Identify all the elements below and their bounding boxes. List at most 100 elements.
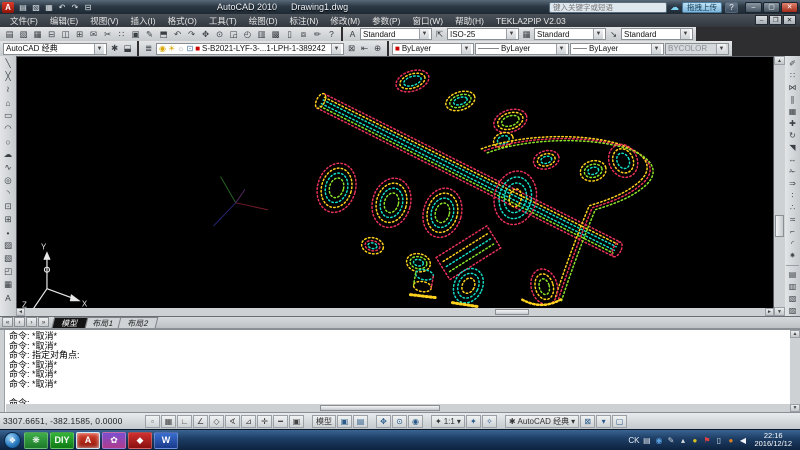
polyline-icon[interactable]: ≀ <box>2 83 15 96</box>
autoscale-icon[interactable]: ✧ <box>482 415 497 428</box>
paste-icon[interactable]: ▣ <box>129 28 142 40</box>
construction-line-icon[interactable]: ╳ <box>2 70 15 83</box>
new-file-icon[interactable]: ▤ <box>17 2 29 13</box>
move-icon[interactable]: ✚ <box>786 118 799 130</box>
arc-icon[interactable]: ◠ <box>2 122 15 135</box>
quick-view-layouts-icon[interactable]: ▣ <box>337 415 352 428</box>
chevron-down-icon[interactable]: ▼ <box>419 29 429 39</box>
table-icon[interactable]: ▦ <box>2 278 15 291</box>
app-icon-diy[interactable]: DIY <box>50 432 74 449</box>
linetype-dropdown[interactable]: ——— ByLayer▼ <box>475 43 569 55</box>
workspace-settings-icon[interactable]: ✱ <box>108 43 121 55</box>
annotation-scale-button[interactable]: ✦ 1:1 ▾ <box>431 415 465 428</box>
tab-first-icon[interactable]: « <box>2 317 13 327</box>
revision-cloud-icon[interactable]: ☁ <box>2 148 15 161</box>
chevron-down-icon[interactable]: ▼ <box>556 44 566 54</box>
redo-icon[interactable]: ↷ <box>69 2 81 13</box>
mtext-icon[interactable]: A <box>2 291 15 304</box>
chevron-down-icon[interactable]: ▼ <box>94 44 104 54</box>
antivirus-icon[interactable]: ● <box>690 436 699 445</box>
copy-icon[interactable]: ∷ <box>786 70 799 82</box>
gradient-icon[interactable]: ▧ <box>2 252 15 265</box>
chevron-down-icon[interactable]: ▼ <box>506 29 516 39</box>
app-icon-autocad[interactable]: A <box>76 432 100 449</box>
help-icon[interactable]: ? <box>325 28 338 40</box>
chevron-down-icon[interactable]: ▼ <box>331 44 341 54</box>
ellipse-icon[interactable]: ◎ <box>2 174 15 187</box>
menu-file[interactable]: 文件(F) <box>4 14 44 27</box>
pan-icon[interactable]: ✥ <box>376 415 391 428</box>
scroll-left-icon[interactable]: ◄ <box>16 308 25 316</box>
update-icon[interactable]: ● <box>726 436 735 445</box>
menu-tekla2pip[interactable]: TEKLA2PIP V2.03 <box>490 14 572 27</box>
undo-icon[interactable]: ↶ <box>56 2 68 13</box>
menu-dimension[interactable]: 标注(N) <box>284 14 325 27</box>
rectangle-icon[interactable]: ▭ <box>2 109 15 122</box>
match-properties-icon[interactable]: ✎ <box>143 28 156 40</box>
lineweight-dropdown[interactable]: —— ByLayer▼ <box>570 43 664 55</box>
annotation-visibility-icon[interactable]: ✦ <box>466 415 481 428</box>
security-flag-icon[interactable]: ⚑ <box>702 436 711 445</box>
tab-layout2[interactable]: 布局2 <box>118 317 159 328</box>
hatch-icon[interactable]: ▨ <box>2 239 15 252</box>
layer-states-icon[interactable]: ⊕ <box>371 43 384 55</box>
explode-icon[interactable]: ✷ <box>786 249 799 261</box>
scroll-down-icon[interactable]: ▼ <box>790 404 800 412</box>
erase-icon[interactable]: ✐ <box>786 58 799 70</box>
tab-prev-icon[interactable]: ‹ <box>14 317 25 327</box>
command-history[interactable]: 命令: *取消*命令: *取消*命令: 指定对角点:命令: *取消*命令: *取… <box>5 330 790 412</box>
close-button[interactable]: ✕ <box>781 2 798 13</box>
chevron-down-icon[interactable]: ▼ <box>461 44 471 54</box>
start-button[interactable]: ❖ <box>4 432 21 449</box>
circle-icon[interactable]: ○ <box>2 135 15 148</box>
menu-edit[interactable]: 编辑(E) <box>44 14 84 27</box>
new-icon[interactable]: ▤ <box>3 28 16 40</box>
undo-icon[interactable]: ↶ <box>171 28 184 40</box>
menu-window[interactable]: 窗口(W) <box>406 14 449 27</box>
status-menu-icon[interactable]: ▾ <box>596 415 611 428</box>
canvas-hscrollbar[interactable]: ◄ ► <box>16 308 774 316</box>
save-icon[interactable]: ▦ <box>43 2 55 13</box>
search-input[interactable] <box>549 2 667 13</box>
workspace-switcher-button[interactable]: ✱ AutoCAD 经典 ▾ <box>505 415 579 428</box>
device-icon[interactable]: ▯ <box>714 436 723 445</box>
workspace-dropdown[interactable]: AutoCAD 经典▼ <box>3 43 107 55</box>
canvas-vscrollbar[interactable]: ▲ ▼ <box>774 56 785 316</box>
stretch-icon[interactable]: ↔ <box>786 154 799 166</box>
markup-icon[interactable]: ✏ <box>311 28 324 40</box>
scale-icon[interactable]: ◥ <box>786 142 799 154</box>
chevron-down-icon[interactable]: ▼ <box>651 44 661 54</box>
pan-icon[interactable]: ✥ <box>199 28 212 40</box>
zoom-realtime-icon[interactable]: ⊙ <box>213 28 226 40</box>
3ddwf-icon[interactable]: ✉ <box>87 28 100 40</box>
break-icon[interactable]: ∴ <box>786 201 799 213</box>
tab-last-icon[interactable]: » <box>38 317 49 327</box>
language-indicator[interactable]: CK <box>628 436 639 445</box>
speaker-icon[interactable]: ◀ <box>738 436 747 445</box>
make-block-icon[interactable]: ⊞ <box>2 213 15 226</box>
tab-model[interactable]: 模型 <box>52 317 89 328</box>
layer-properties-icon[interactable]: ≣ <box>142 43 155 55</box>
dyn-toggle[interactable]: ✛ <box>257 415 272 428</box>
app-icon-swirl[interactable]: ❋ <box>24 432 48 449</box>
mleader-style-dropdown[interactable]: Standard▼ <box>621 28 693 40</box>
clean-screen-icon[interactable]: ▢ <box>612 415 627 428</box>
menu-tools[interactable]: 工具(T) <box>203 14 243 27</box>
doc-close-button[interactable]: ✕ <box>783 15 796 25</box>
grid-toggle[interactable]: ▦ <box>161 415 176 428</box>
pen-icon[interactable]: ✎ <box>666 436 675 445</box>
scroll-right-icon[interactable]: ► <box>765 308 774 316</box>
redo-icon[interactable]: ↷ <box>185 28 198 40</box>
chevron-down-icon[interactable]: ▼ <box>593 29 603 39</box>
zoom-previous-icon[interactable]: ◴ <box>241 28 254 40</box>
menu-draw[interactable]: 绘图(D) <box>243 14 284 27</box>
offset-icon[interactable]: ∥ <box>786 94 799 106</box>
text-style-dropdown[interactable]: Standard▼ <box>360 28 432 40</box>
menu-modify[interactable]: 修改(M) <box>324 14 366 27</box>
make-object-layer-current-icon[interactable]: ⊠ <box>345 43 358 55</box>
osnap-toggle[interactable]: ◇ <box>209 415 224 428</box>
snap-toggle[interactable]: ▫ <box>145 415 160 428</box>
scroll-down-icon[interactable]: ▼ <box>774 307 785 316</box>
model-space-button[interactable]: 模型 <box>312 415 336 428</box>
app-icon-word[interactable]: W <box>154 432 178 449</box>
